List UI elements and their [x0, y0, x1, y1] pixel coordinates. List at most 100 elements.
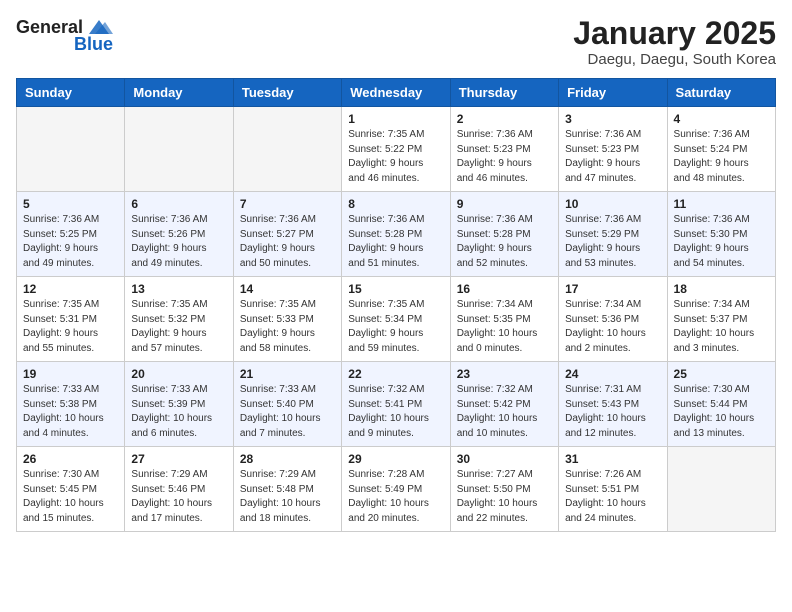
day-info: Sunrise: 7:27 AM Sunset: 5:50 PM Dayligh…	[457, 468, 552, 526]
day-number: 10	[565, 197, 660, 211]
day-info: Sunrise: 7:36 AM Sunset: 5:28 PM Dayligh…	[348, 213, 443, 271]
day-number: 28	[240, 452, 335, 466]
day-number: 24	[565, 367, 660, 381]
day-info: Sunrise: 7:36 AM Sunset: 5:30 PM Dayligh…	[674, 213, 769, 271]
calendar-day-cell: 26 Sunrise: 7:30 AM Sunset: 5:45 PM Dayli…	[17, 447, 125, 532]
calendar-day-cell: 30 Sunrise: 7:27 AM Sunset: 5:50 PM Dayli…	[450, 447, 558, 532]
calendar-day-cell: 2 Sunrise: 7:36 AM Sunset: 5:23 PM Daylig…	[450, 107, 558, 192]
day-info: Sunrise: 7:35 AM Sunset: 5:32 PM Dayligh…	[131, 298, 226, 356]
day-info: Sunrise: 7:30 AM Sunset: 5:44 PM Dayligh…	[674, 383, 769, 441]
day-number: 14	[240, 282, 335, 296]
calendar-week-row: 1Sunrise: 7:35 AM Sunset: 5:22 PM Daylig…	[17, 107, 776, 192]
calendar-day-cell: 24 Sunrise: 7:31 AM Sunset: 5:43 PM Dayli…	[559, 362, 667, 447]
calendar-empty-cell	[125, 107, 233, 192]
calendar-day-cell: 22 Sunrise: 7:32 AM Sunset: 5:41 PM Dayli…	[342, 362, 450, 447]
day-number: 6	[131, 197, 226, 211]
calendar-empty-cell	[17, 107, 125, 192]
weekday-header-saturday: Saturday	[667, 79, 775, 107]
calendar-day-cell: 19 Sunrise: 7:33 AM Sunset: 5:38 PM Dayli…	[17, 362, 125, 447]
title-block: January 2025 Daegu, Daegu, South Korea	[573, 16, 776, 68]
day-info: Sunrise: 7:36 AM Sunset: 5:25 PM Dayligh…	[23, 213, 118, 271]
day-info: Sunrise: 7:29 AM Sunset: 5:46 PM Dayligh…	[131, 468, 226, 526]
calendar-day-cell: 6Sunrise: 7:36 AM Sunset: 5:26 PM Daylig…	[125, 192, 233, 277]
calendar-day-cell: 16Sunrise: 7:34 AM Sunset: 5:35 PM Dayli…	[450, 277, 558, 362]
day-info: Sunrise: 7:36 AM Sunset: 5:24 PM Dayligh…	[674, 128, 769, 186]
day-info: Sunrise: 7:36 AM Sunset: 5:27 PM Dayligh…	[240, 213, 335, 271]
day-number: 12	[23, 282, 118, 296]
calendar-day-cell: 4 Sunrise: 7:36 AM Sunset: 5:24 PM Daylig…	[667, 107, 775, 192]
day-number: 22	[348, 367, 443, 381]
day-number: 15	[348, 282, 443, 296]
weekday-header-tuesday: Tuesday	[233, 79, 341, 107]
day-info: Sunrise: 7:30 AM Sunset: 5:45 PM Dayligh…	[23, 468, 118, 526]
calendar-day-cell: 13 Sunrise: 7:35 AM Sunset: 5:32 PM Dayli…	[125, 277, 233, 362]
day-info: Sunrise: 7:31 AM Sunset: 5:43 PM Dayligh…	[565, 383, 660, 441]
weekday-header-sunday: Sunday	[17, 79, 125, 107]
day-info: Sunrise: 7:35 AM Sunset: 5:33 PM Dayligh…	[240, 298, 335, 356]
calendar-day-cell: 3 Sunrise: 7:36 AM Sunset: 5:23 PM Daylig…	[559, 107, 667, 192]
page-header: General Blue January 2025 Daegu, Daegu, …	[16, 16, 776, 68]
day-info: Sunrise: 7:34 AM Sunset: 5:35 PM Dayligh…	[457, 298, 552, 356]
calendar-day-cell: 5 Sunrise: 7:36 AM Sunset: 5:25 PM Daylig…	[17, 192, 125, 277]
day-number: 5	[23, 197, 118, 211]
day-number: 19	[23, 367, 118, 381]
calendar-day-cell: 15Sunrise: 7:35 AM Sunset: 5:34 PM Dayli…	[342, 277, 450, 362]
day-info: Sunrise: 7:34 AM Sunset: 5:36 PM Dayligh…	[565, 298, 660, 356]
calendar-week-row: 19 Sunrise: 7:33 AM Sunset: 5:38 PM Dayli…	[17, 362, 776, 447]
day-info: Sunrise: 7:33 AM Sunset: 5:40 PM Dayligh…	[240, 383, 335, 441]
calendar-day-cell: 12 Sunrise: 7:35 AM Sunset: 5:31 PM Dayli…	[17, 277, 125, 362]
day-info: Sunrise: 7:28 AM Sunset: 5:49 PM Dayligh…	[348, 468, 443, 526]
day-info: Sunrise: 7:34 AM Sunset: 5:37 PM Dayligh…	[674, 298, 769, 356]
location-title: Daegu, Daegu, South Korea	[573, 51, 776, 68]
day-number: 13	[131, 282, 226, 296]
calendar-day-cell: 17 Sunrise: 7:34 AM Sunset: 5:36 PM Dayli…	[559, 277, 667, 362]
calendar-day-cell: 29 Sunrise: 7:28 AM Sunset: 5:49 PM Dayli…	[342, 447, 450, 532]
logo-blue: Blue	[74, 34, 113, 55]
calendar-week-row: 12 Sunrise: 7:35 AM Sunset: 5:31 PM Dayli…	[17, 277, 776, 362]
calendar-table: SundayMondayTuesdayWednesdayThursdayFrid…	[16, 78, 776, 532]
day-number: 20	[131, 367, 226, 381]
logo-general: General	[16, 17, 83, 38]
calendar-day-cell: 27 Sunrise: 7:29 AM Sunset: 5:46 PM Dayli…	[125, 447, 233, 532]
calendar-day-cell: 23Sunrise: 7:32 AM Sunset: 5:42 PM Dayli…	[450, 362, 558, 447]
day-info: Sunrise: 7:36 AM Sunset: 5:23 PM Dayligh…	[457, 128, 552, 186]
calendar-day-cell: 1Sunrise: 7:35 AM Sunset: 5:22 PM Daylig…	[342, 107, 450, 192]
weekday-header-wednesday: Wednesday	[342, 79, 450, 107]
day-number: 27	[131, 452, 226, 466]
calendar-week-row: 5 Sunrise: 7:36 AM Sunset: 5:25 PM Daylig…	[17, 192, 776, 277]
day-info: Sunrise: 7:36 AM Sunset: 5:23 PM Dayligh…	[565, 128, 660, 186]
day-number: 1	[348, 112, 443, 126]
calendar-day-cell: 11 Sunrise: 7:36 AM Sunset: 5:30 PM Dayli…	[667, 192, 775, 277]
day-number: 30	[457, 452, 552, 466]
day-info: Sunrise: 7:36 AM Sunset: 5:28 PM Dayligh…	[457, 213, 552, 271]
calendar-day-cell: 8 Sunrise: 7:36 AM Sunset: 5:28 PM Daylig…	[342, 192, 450, 277]
calendar-empty-cell	[233, 107, 341, 192]
day-number: 26	[23, 452, 118, 466]
day-info: Sunrise: 7:33 AM Sunset: 5:39 PM Dayligh…	[131, 383, 226, 441]
day-info: Sunrise: 7:32 AM Sunset: 5:42 PM Dayligh…	[457, 383, 552, 441]
day-number: 11	[674, 197, 769, 211]
calendar-day-cell: 18Sunrise: 7:34 AM Sunset: 5:37 PM Dayli…	[667, 277, 775, 362]
day-number: 9	[457, 197, 552, 211]
calendar-empty-cell	[667, 447, 775, 532]
day-info: Sunrise: 7:33 AM Sunset: 5:38 PM Dayligh…	[23, 383, 118, 441]
calendar-day-cell: 14 Sunrise: 7:35 AM Sunset: 5:33 PM Dayli…	[233, 277, 341, 362]
calendar-day-cell: 31Sunrise: 7:26 AM Sunset: 5:51 PM Dayli…	[559, 447, 667, 532]
day-number: 29	[348, 452, 443, 466]
day-number: 7	[240, 197, 335, 211]
day-info: Sunrise: 7:32 AM Sunset: 5:41 PM Dayligh…	[348, 383, 443, 441]
day-number: 25	[674, 367, 769, 381]
day-number: 4	[674, 112, 769, 126]
day-number: 8	[348, 197, 443, 211]
weekday-header-thursday: Thursday	[450, 79, 558, 107]
calendar-day-cell: 25 Sunrise: 7:30 AM Sunset: 5:44 PM Dayli…	[667, 362, 775, 447]
calendar-day-cell: 10Sunrise: 7:36 AM Sunset: 5:29 PM Dayli…	[559, 192, 667, 277]
day-info: Sunrise: 7:26 AM Sunset: 5:51 PM Dayligh…	[565, 468, 660, 526]
calendar-day-cell: 21 Sunrise: 7:33 AM Sunset: 5:40 PM Dayli…	[233, 362, 341, 447]
calendar-day-cell: 7 Sunrise: 7:36 AM Sunset: 5:27 PM Daylig…	[233, 192, 341, 277]
day-number: 21	[240, 367, 335, 381]
day-number: 3	[565, 112, 660, 126]
day-info: Sunrise: 7:35 AM Sunset: 5:31 PM Dayligh…	[23, 298, 118, 356]
day-number: 17	[565, 282, 660, 296]
day-number: 2	[457, 112, 552, 126]
